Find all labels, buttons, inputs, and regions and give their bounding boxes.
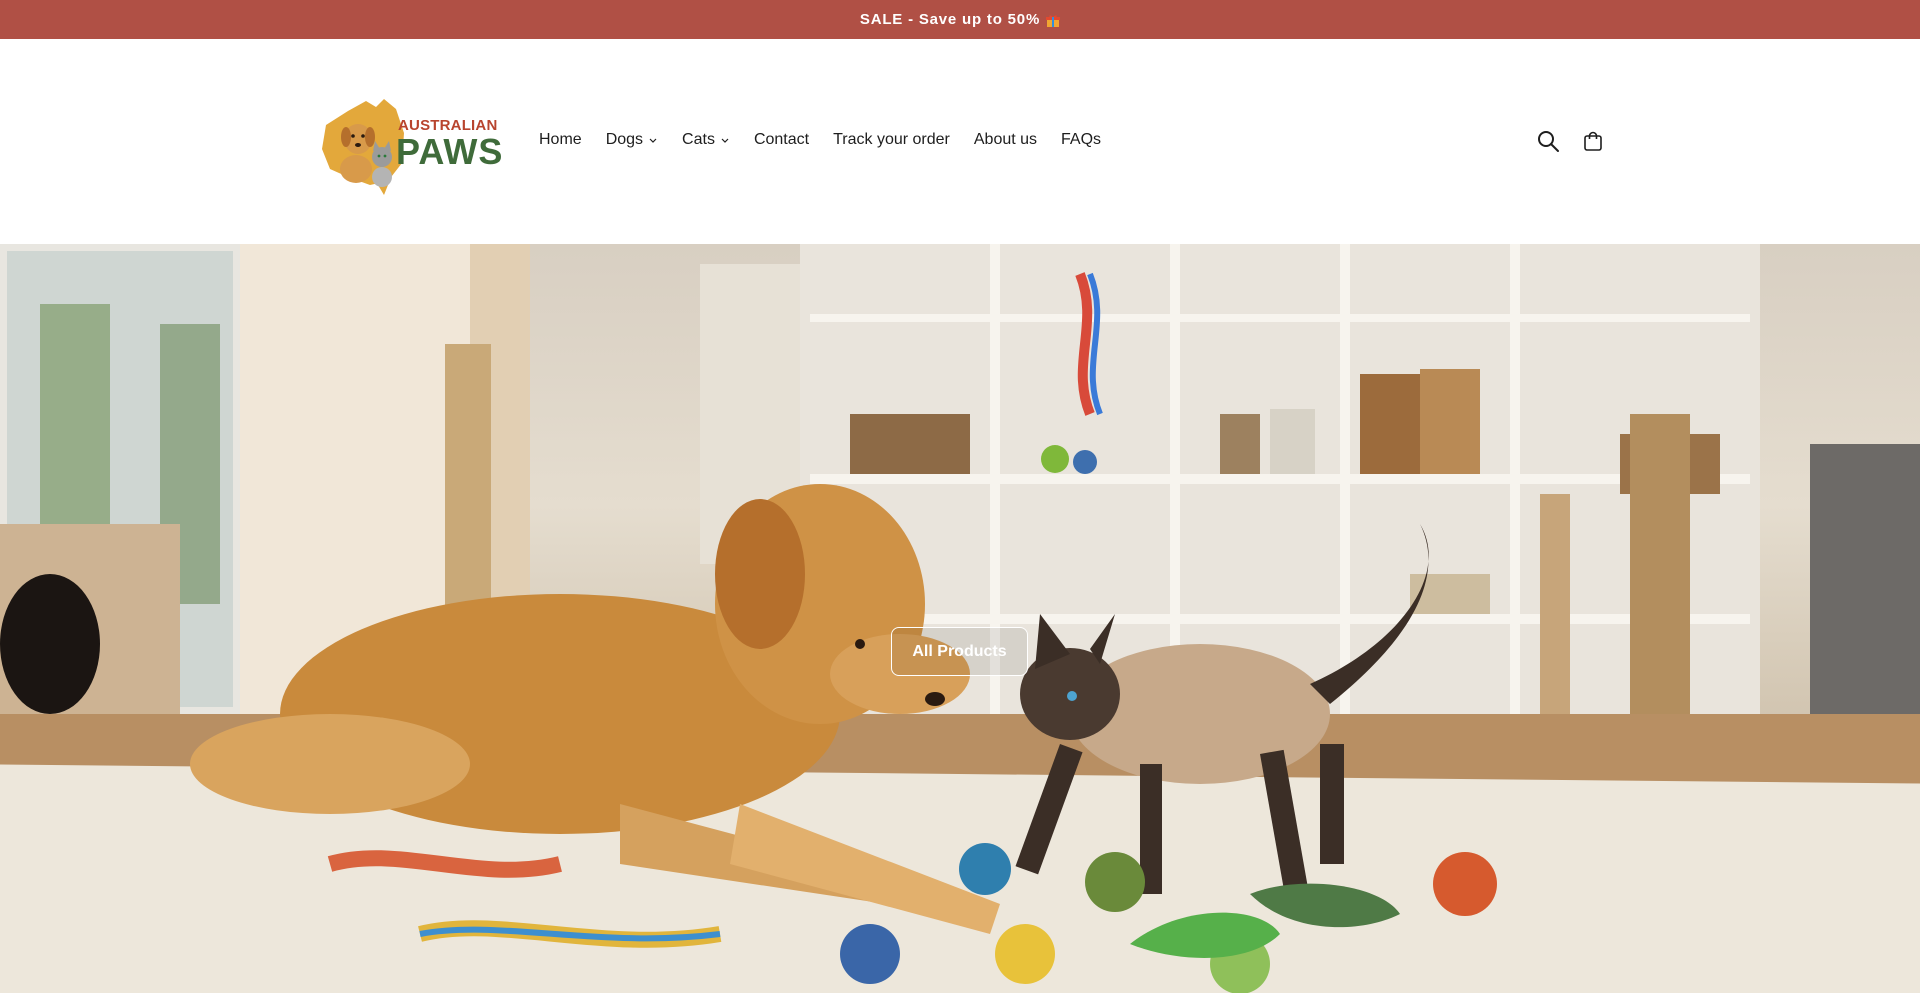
nav-dogs-label: Dogs (605, 131, 644, 148)
nav-home-label: Home (539, 131, 582, 148)
nav-track-label: Track your order (833, 131, 950, 148)
logo[interactable]: AUSTRALIAN PAWS (318, 89, 502, 195)
announcement-bar: SALE - Save up to 50% (0, 0, 1920, 39)
nav-about-us[interactable]: About us (974, 131, 1037, 149)
hero-banner: All Products (0, 244, 1920, 993)
nav-about-label: About us (973, 131, 1038, 148)
logo-text-paws: PAWS (396, 131, 504, 172)
site-header: AUSTRALIAN PAWS Home Dogs Cats Contact T… (0, 39, 1920, 244)
gift-icon (1046, 14, 1061, 27)
all-products-label: All Products (912, 642, 1007, 660)
hero-image (0, 244, 1920, 993)
chevron-down-icon (721, 138, 729, 143)
main-nav: Home Dogs Cats Contact Track your order … (539, 131, 1125, 149)
nav-home[interactable]: Home (539, 131, 582, 149)
nav-contact-label: Contact (753, 131, 810, 148)
nav-faqs-label: FAQs (1061, 131, 1102, 148)
header-icons (1536, 129, 1605, 153)
nav-dogs[interactable]: Dogs (606, 131, 658, 149)
nav-cats-label: Cats (682, 131, 715, 148)
cart-icon[interactable] (1581, 129, 1605, 153)
nav-faqs[interactable]: FAQs (1061, 131, 1101, 149)
nav-contact[interactable]: Contact (754, 131, 809, 149)
chevron-down-icon (649, 138, 657, 143)
nav-cats[interactable]: Cats (682, 131, 730, 149)
all-products-button[interactable]: All Products (891, 627, 1028, 676)
nav-track-order[interactable]: Track your order (833, 131, 950, 149)
search-icon[interactable] (1536, 129, 1560, 153)
announcement-text: SALE - Save up to 50% (859, 11, 1041, 28)
